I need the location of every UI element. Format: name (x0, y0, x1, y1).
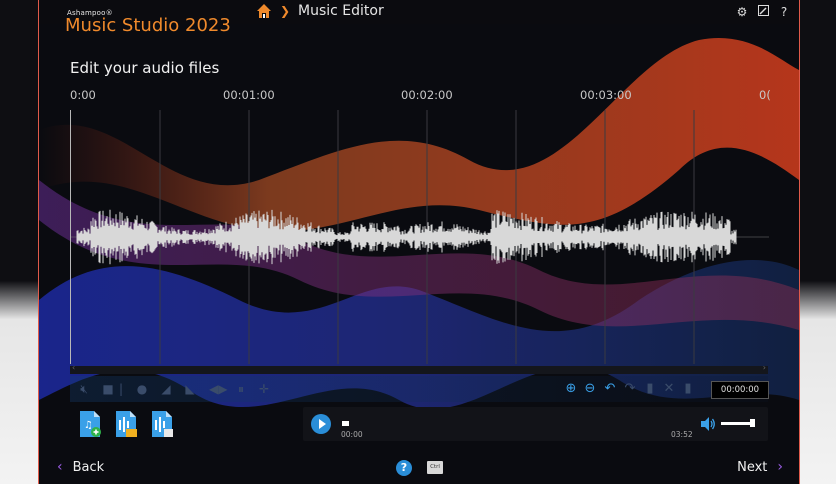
play-button[interactable] (311, 414, 331, 434)
volume-slider-knob[interactable] (750, 419, 755, 427)
top-icon-bar: ⚙ ? (735, 5, 791, 19)
timeline-tick: 00:01:00 (223, 88, 275, 102)
timeline-tick: 00:03:00 (580, 88, 632, 102)
copy-icon[interactable]: ▮ (642, 381, 658, 397)
breadcrumb-chevron-icon: ❯ (280, 4, 291, 18)
export-audio-icon[interactable] (150, 410, 174, 438)
home-icon[interactable] (256, 3, 272, 19)
paste-icon[interactable]: ▮ (680, 381, 696, 397)
ctrl-key-button[interactable]: Ctrl (427, 461, 443, 474)
volume-icon[interactable] (700, 416, 716, 432)
add-audio-file-icon[interactable]: ♫ (78, 410, 102, 438)
breadcrumb-current: Music Editor (298, 3, 384, 19)
svg-text:♫: ♫ (84, 420, 93, 431)
cut-icon[interactable]: ✕ (661, 381, 677, 397)
back-button[interactable]: ‹ Back (57, 459, 104, 475)
desktop-left (0, 0, 38, 484)
help-button[interactable]: ? (396, 460, 412, 476)
app-window: Ashampoo® Music Studio 2023 ❯ Music Edit… (38, 0, 800, 484)
waveform-signal (76, 209, 737, 265)
horizontal-scrollbar[interactable]: ‹ › (70, 363, 768, 374)
scroll-right-icon[interactable]: › (763, 363, 766, 372)
timeline-tick: 0:00 (70, 88, 96, 102)
timeline-ruler[interactable]: 0:00 00:01:00 00:02:00 00:03:00 0( (70, 88, 771, 110)
normalize-icon[interactable]: ● (135, 382, 149, 396)
next-button[interactable]: Next › (737, 459, 783, 475)
cut-marker-icon[interactable]: ✛ (257, 382, 271, 396)
time-position-field[interactable]: 00:00:00 (711, 381, 769, 399)
undo-icon[interactable]: ↶ (602, 381, 618, 397)
chevron-right-icon: › (777, 459, 783, 475)
zoom-out-icon[interactable]: ⊖ (582, 381, 598, 397)
toolbar-divider: | (119, 382, 124, 396)
chevron-left-icon: ‹ (57, 459, 63, 475)
audio-player: 00:00 03:52 (303, 407, 768, 441)
mute-icon[interactable]: 🔇︎ (77, 382, 91, 396)
fade-out-icon[interactable]: ◣ (183, 382, 197, 396)
player-time-start: 00:00 (341, 430, 363, 439)
edit-icon[interactable] (756, 5, 770, 19)
next-label: Next (737, 459, 768, 475)
page-title: Edit your audio files (70, 59, 220, 77)
waveform (71, 110, 769, 364)
delete-icon[interactable]: ■ (101, 382, 115, 396)
fade-in-icon[interactable]: ◢ (159, 382, 173, 396)
gear-icon[interactable]: ⚙ (735, 5, 749, 19)
split-icon[interactable]: ⏸ (234, 382, 248, 396)
scroll-left-icon[interactable]: ‹ (72, 363, 75, 372)
timeline-tick: 0( (759, 88, 771, 102)
player-time-end: 03:52 (671, 430, 693, 439)
reverse-icon[interactable]: ◀▶ (209, 382, 227, 396)
help-icon[interactable]: ? (777, 5, 791, 19)
playhead-marker[interactable] (342, 421, 349, 426)
back-label: Back (72, 459, 105, 475)
redo-icon[interactable]: ↷ (622, 381, 638, 397)
timeline-tick: 00:02:00 (401, 88, 453, 102)
waveform-editor[interactable] (70, 110, 769, 364)
desktop-right (798, 0, 836, 484)
open-audio-folder-icon[interactable] (114, 410, 138, 438)
zoom-in-icon[interactable]: ⊕ (563, 381, 579, 397)
app-logo: Music Studio 2023 (65, 15, 231, 36)
